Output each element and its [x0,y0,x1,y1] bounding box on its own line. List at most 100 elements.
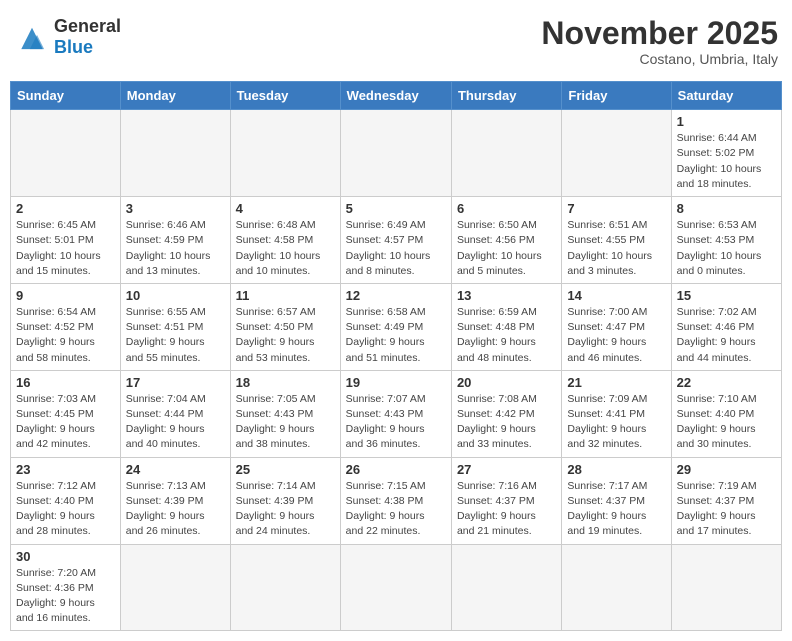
day-info: Sunrise: 7:20 AM Sunset: 4:36 PM Dayligh… [16,566,115,627]
weekday-header-tuesday: Tuesday [230,82,340,110]
day-info: Sunrise: 7:12 AM Sunset: 4:40 PM Dayligh… [16,479,115,540]
day-number: 13 [457,288,556,303]
day-info: Sunrise: 6:45 AM Sunset: 5:01 PM Dayligh… [16,218,115,279]
calendar-cell: 18 Sunrise: 7:05 AM Sunset: 4:43 PM Dayli… [230,370,340,457]
day-number: 6 [457,201,556,216]
weekday-header-sunday: Sunday [11,82,121,110]
location-subtitle: Costano, Umbria, Italy [541,51,778,67]
day-number: 10 [126,288,225,303]
day-number: 30 [16,549,115,564]
day-number: 4 [236,201,335,216]
week-row-3: 9 Sunrise: 6:54 AM Sunset: 4:52 PM Daylig… [11,283,782,370]
calendar-cell: 26 Sunrise: 7:15 AM Sunset: 4:38 PM Dayli… [340,457,451,544]
day-info: Sunrise: 7:09 AM Sunset: 4:41 PM Dayligh… [567,392,665,453]
day-info: Sunrise: 6:55 AM Sunset: 4:51 PM Dayligh… [126,305,225,366]
day-info: Sunrise: 6:54 AM Sunset: 4:52 PM Dayligh… [16,305,115,366]
calendar-cell: 5Sunrise: 6:49 AM Sunset: 4:57 PM Daylig… [340,197,451,284]
weekday-header-friday: Friday [562,82,671,110]
day-number: 28 [567,462,665,477]
day-info: Sunrise: 6:50 AM Sunset: 4:56 PM Dayligh… [457,218,556,279]
day-number: 11 [236,288,335,303]
day-info: Sunrise: 7:00 AM Sunset: 4:47 PM Dayligh… [567,305,665,366]
week-row-5: 23Sunrise: 7:12 AM Sunset: 4:40 PM Dayli… [11,457,782,544]
day-info: Sunrise: 7:13 AM Sunset: 4:39 PM Dayligh… [126,479,225,540]
day-info: Sunrise: 6:59 AM Sunset: 4:48 PM Dayligh… [457,305,556,366]
day-info: Sunrise: 7:05 AM Sunset: 4:43 PM Dayligh… [236,392,335,453]
calendar-cell: 7 Sunrise: 6:51 AM Sunset: 4:55 PM Daylig… [562,197,671,284]
day-number: 27 [457,462,556,477]
day-number: 20 [457,375,556,390]
calendar-cell [120,110,230,197]
day-number: 18 [236,375,335,390]
day-info: Sunrise: 6:57 AM Sunset: 4:50 PM Dayligh… [236,305,335,366]
day-number: 9 [16,288,115,303]
day-info: Sunrise: 7:15 AM Sunset: 4:38 PM Dayligh… [346,479,446,540]
day-info: Sunrise: 7:02 AM Sunset: 4:46 PM Dayligh… [677,305,776,366]
calendar-cell: 9 Sunrise: 6:54 AM Sunset: 4:52 PM Daylig… [11,283,121,370]
calendar-cell: 15 Sunrise: 7:02 AM Sunset: 4:46 PM Dayli… [671,283,781,370]
day-number: 3 [126,201,225,216]
day-info: Sunrise: 7:03 AM Sunset: 4:45 PM Dayligh… [16,392,115,453]
weekday-header-saturday: Saturday [671,82,781,110]
week-row-1: 1Sunrise: 6:44 AM Sunset: 5:02 PM Daylig… [11,110,782,197]
calendar-cell: 21 Sunrise: 7:09 AM Sunset: 4:41 PM Dayli… [562,370,671,457]
calendar-cell: 13 Sunrise: 6:59 AM Sunset: 4:48 PM Dayli… [451,283,561,370]
day-number: 12 [346,288,446,303]
calendar-cell: 17 Sunrise: 7:04 AM Sunset: 4:44 PM Dayli… [120,370,230,457]
calendar-cell [671,544,781,631]
weekday-header-monday: Monday [120,82,230,110]
day-number: 8 [677,201,776,216]
calendar-cell: 11 Sunrise: 6:57 AM Sunset: 4:50 PM Dayli… [230,283,340,370]
day-info: Sunrise: 7:04 AM Sunset: 4:44 PM Dayligh… [126,392,225,453]
calendar-cell: 25Sunrise: 7:14 AM Sunset: 4:39 PM Dayli… [230,457,340,544]
calendar-cell [340,110,451,197]
day-number: 21 [567,375,665,390]
weekday-header-thursday: Thursday [451,82,561,110]
day-number: 2 [16,201,115,216]
calendar-cell: 23Sunrise: 7:12 AM Sunset: 4:40 PM Dayli… [11,457,121,544]
week-row-6: 30 Sunrise: 7:20 AM Sunset: 4:36 PM Dayli… [11,544,782,631]
calendar-cell [120,544,230,631]
logo-text: GeneralBlue [54,16,121,58]
day-number: 22 [677,375,776,390]
calendar-cell [562,544,671,631]
generalblue-logo-icon [14,22,50,52]
weekday-header-wednesday: Wednesday [340,82,451,110]
calendar-cell: 12 Sunrise: 6:58 AM Sunset: 4:49 PM Dayli… [340,283,451,370]
day-number: 14 [567,288,665,303]
page-header: GeneralBlue November 2025 Costano, Umbri… [10,10,782,73]
day-number: 7 [567,201,665,216]
month-title: November 2025 [541,16,778,51]
day-number: 16 [16,375,115,390]
week-row-2: 2 Sunrise: 6:45 AM Sunset: 5:01 PM Daylig… [11,197,782,284]
day-info: Sunrise: 6:49 AM Sunset: 4:57 PM Dayligh… [346,218,446,279]
calendar-cell [562,110,671,197]
day-number: 17 [126,375,225,390]
calendar-cell: 19 Sunrise: 7:07 AM Sunset: 4:43 PM Dayli… [340,370,451,457]
day-info: Sunrise: 6:51 AM Sunset: 4:55 PM Dayligh… [567,218,665,279]
day-number: 24 [126,462,225,477]
calendar-cell: 16 Sunrise: 7:03 AM Sunset: 4:45 PM Dayli… [11,370,121,457]
day-number: 26 [346,462,446,477]
day-number: 15 [677,288,776,303]
calendar-cell: 4Sunrise: 6:48 AM Sunset: 4:58 PM Daylig… [230,197,340,284]
logo: GeneralBlue [14,16,121,58]
calendar-cell: 20Sunrise: 7:08 AM Sunset: 4:42 PM Dayli… [451,370,561,457]
calendar-cell [230,110,340,197]
day-info: Sunrise: 6:58 AM Sunset: 4:49 PM Dayligh… [346,305,446,366]
day-info: Sunrise: 7:16 AM Sunset: 4:37 PM Dayligh… [457,479,556,540]
day-info: Sunrise: 6:46 AM Sunset: 4:59 PM Dayligh… [126,218,225,279]
day-number: 19 [346,375,446,390]
week-row-4: 16 Sunrise: 7:03 AM Sunset: 4:45 PM Dayli… [11,370,782,457]
day-info: Sunrise: 7:14 AM Sunset: 4:39 PM Dayligh… [236,479,335,540]
calendar-cell [230,544,340,631]
calendar-cell: 28Sunrise: 7:17 AM Sunset: 4:37 PM Dayli… [562,457,671,544]
calendar-cell: 22Sunrise: 7:10 AM Sunset: 4:40 PM Dayli… [671,370,781,457]
calendar-cell [340,544,451,631]
day-info: Sunrise: 6:44 AM Sunset: 5:02 PM Dayligh… [677,131,776,192]
calendar-cell: 27 Sunrise: 7:16 AM Sunset: 4:37 PM Dayli… [451,457,561,544]
calendar-cell: 3 Sunrise: 6:46 AM Sunset: 4:59 PM Daylig… [120,197,230,284]
calendar-cell: 24 Sunrise: 7:13 AM Sunset: 4:39 PM Dayli… [120,457,230,544]
day-info: Sunrise: 7:19 AM Sunset: 4:37 PM Dayligh… [677,479,776,540]
day-info: Sunrise: 7:07 AM Sunset: 4:43 PM Dayligh… [346,392,446,453]
